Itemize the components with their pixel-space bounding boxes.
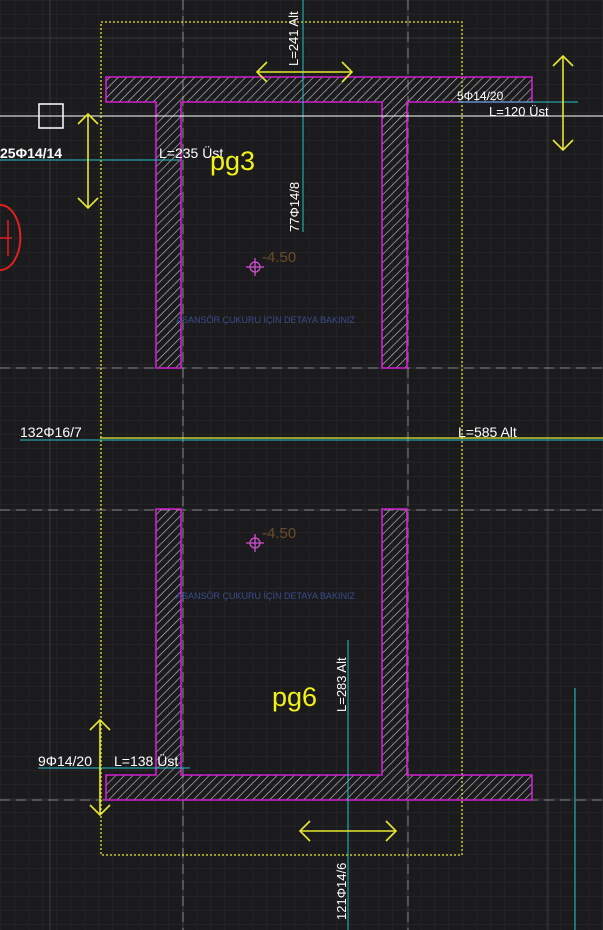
upper-elevation-label: -4.50 xyxy=(262,249,296,266)
top-vertical-length-label: L=241 Alt xyxy=(286,11,301,66)
lower-elevation-label: -4.50 xyxy=(262,525,296,542)
page-label-pg3: pg3 xyxy=(210,146,255,176)
right-short-count-label: 5Φ14/20 xyxy=(457,89,504,103)
cad-drawing[interactable]: L=241 Alt 77Φ14/8 5Φ14/20 L=120 Üst 25Φ1… xyxy=(0,0,603,930)
middle-count-label: 132Φ16/7 xyxy=(20,424,82,440)
upper-pit-note: ASANSÖR ÇUKURU İÇİN DETAYA BAKINIZ xyxy=(176,315,356,325)
bottom-vertical-count-label: 121Φ14/6 xyxy=(334,863,349,920)
bottom-left-length-label: L=138 Üst xyxy=(114,752,178,769)
bottom-left-count-label: 9Φ14/20 xyxy=(38,753,92,769)
lower-pit-note: ASANSÖR ÇUKURU İÇİN DETAYA BAKINIZ xyxy=(176,591,356,601)
top-vertical-count-label: 77Φ14/8 xyxy=(287,182,302,232)
page-label-pg6: pg6 xyxy=(272,682,317,712)
bottom-vertical-length-label: L=283 Alt xyxy=(334,657,349,712)
right-short-length-label: L=120 Üst xyxy=(489,104,549,119)
middle-length-label: L=585 Alt xyxy=(458,424,517,440)
cad-drawing-canvas[interactable]: L=241 Alt 77Φ14/8 5Φ14/20 L=120 Üst 25Φ1… xyxy=(0,0,603,930)
left-top-count-label: 25Φ14/14 xyxy=(0,145,62,161)
